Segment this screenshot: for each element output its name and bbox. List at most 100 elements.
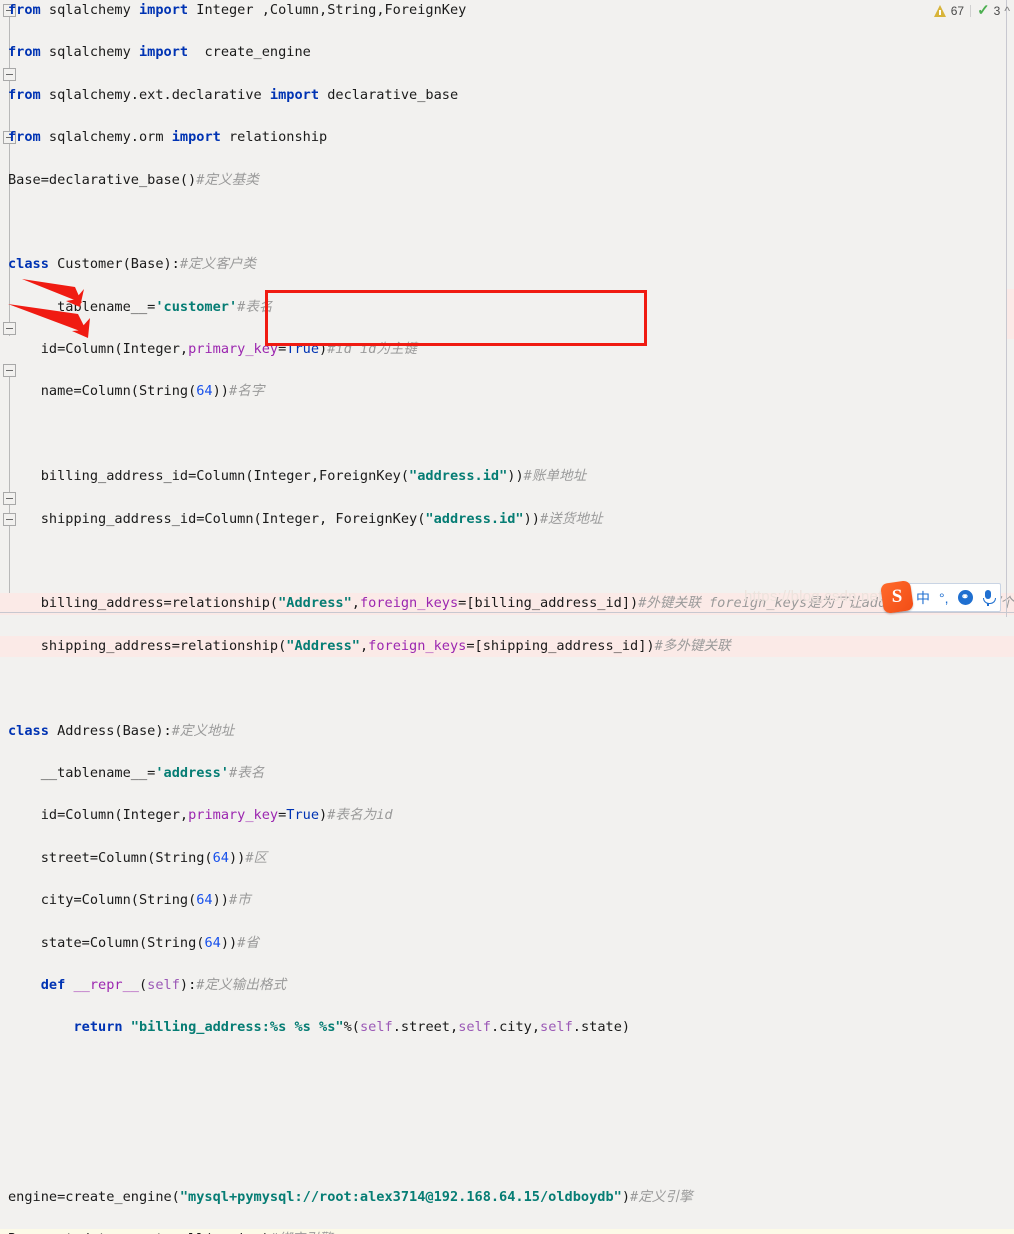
code-line[interactable] bbox=[0, 212, 1014, 233]
token-num: 64 bbox=[204, 934, 221, 951]
token-op: ) bbox=[621, 1188, 631, 1205]
token-kw: from bbox=[8, 44, 41, 61]
token-kwarg: primary_key bbox=[188, 341, 279, 358]
warning-count: 67 bbox=[950, 4, 965, 18]
code-line[interactable]: engine=create_engine("mysql+pymysql://ro… bbox=[0, 1187, 1014, 1208]
code-line[interactable]: return "billing_address:%s %s %s"%(self.… bbox=[0, 1017, 1014, 1038]
code-line[interactable]: __tablename__='address'#表名 bbox=[0, 763, 1014, 784]
token-str: "Address" bbox=[286, 637, 360, 654]
code-line[interactable]: street=Column(String(64))#区 bbox=[0, 848, 1014, 869]
token-cm: #送货地址 bbox=[540, 510, 603, 527]
token-kw: class bbox=[8, 256, 49, 273]
token-cm: #名字 bbox=[229, 383, 265, 400]
token-op: sqlalchemy bbox=[40, 2, 139, 18]
globe-icon[interactable]: ⚭ bbox=[957, 590, 973, 605]
token-op: Base.metadata.create_all(engine) bbox=[8, 1231, 270, 1234]
watermark-text: https://blog.csdn.net/ bbox=[744, 588, 887, 605]
code-line[interactable]: billing_address_id=Column(Integer,Foreig… bbox=[0, 466, 1014, 487]
code-line[interactable]: from sqlalchemy import Integer ,Column,S… bbox=[0, 0, 1014, 21]
ime-toolbar[interactable]: S 中 °, ⚭ bbox=[880, 580, 1001, 614]
code-line[interactable]: class Customer(Base):#定义客户类 bbox=[0, 254, 1014, 275]
code-line[interactable] bbox=[0, 424, 1014, 445]
inspection-widget[interactable]: 67 ✓ 3 ^ bbox=[933, 1, 1010, 21]
token-kw: from bbox=[8, 129, 41, 146]
token-op: )) bbox=[507, 468, 524, 485]
token-op: id=Column(Integer, bbox=[40, 341, 189, 358]
code-content[interactable]: from sqlalchemy import Integer ,Column,S… bbox=[0, 0, 1014, 1234]
code-line[interactable] bbox=[0, 1102, 1014, 1123]
token-num: 64 bbox=[196, 892, 213, 909]
token-op: )) bbox=[523, 510, 540, 527]
token-op: , bbox=[351, 595, 360, 612]
token-self: self bbox=[540, 1019, 573, 1036]
ime-punctuation-button[interactable]: °, bbox=[939, 591, 949, 605]
warning-triangle-icon bbox=[933, 5, 947, 17]
token-str: "Address" bbox=[278, 595, 352, 612]
token-cm: #表名 bbox=[237, 298, 273, 315]
token-cm: #定义引擎 bbox=[630, 1188, 693, 1205]
token-cm: #定义基类 bbox=[196, 171, 259, 188]
token-kwarg: primary_key bbox=[188, 807, 279, 824]
sogou-logo-letter: S bbox=[891, 586, 903, 607]
ok-count: 3 bbox=[993, 4, 1001, 18]
code-line[interactable] bbox=[0, 678, 1014, 699]
code-line[interactable]: def __repr__(self):#定义输出格式 bbox=[0, 975, 1014, 996]
code-line[interactable]: __tablename__='customer'#表名 bbox=[0, 297, 1014, 318]
token-cm: #表名 bbox=[229, 764, 265, 781]
inspection-separator bbox=[970, 5, 972, 17]
code-line[interactable]: class Address(Base):#定义地址 bbox=[0, 721, 1014, 742]
code-line[interactable] bbox=[0, 1144, 1014, 1165]
code-line[interactable] bbox=[0, 1060, 1014, 1081]
code-line[interactable]: shipping_address=relationship("Address",… bbox=[0, 635, 1014, 657]
token-str: 'address' bbox=[155, 764, 229, 781]
chevron-up-icon[interactable]: ^ bbox=[1004, 4, 1010, 18]
code-line[interactable]: id=Column(Integer,primary_key=True)#id i… bbox=[0, 339, 1014, 360]
token-cm: #表名为id bbox=[327, 807, 393, 824]
code-line[interactable]: city=Column(String(64))#市 bbox=[0, 890, 1014, 911]
token-op: state=Column(String( bbox=[40, 934, 205, 951]
error-stripe-marker[interactable] bbox=[1007, 289, 1014, 339]
token-op: create_engine bbox=[188, 44, 311, 61]
code-line[interactable]: state=Column(String(64))#省 bbox=[0, 933, 1014, 954]
token-str: "mysql+pymysql://root:alex3714@192.168.6… bbox=[179, 1188, 622, 1205]
token-kw2: True bbox=[286, 807, 320, 824]
token-op: Base=declarative_base() bbox=[8, 171, 197, 188]
token-op: .state) bbox=[572, 1019, 631, 1036]
code-line[interactable]: from sqlalchemy.ext.declarative import d… bbox=[0, 85, 1014, 106]
code-line[interactable]: Base=declarative_base()#定义基类 bbox=[0, 170, 1014, 191]
code-line[interactable]: from sqlalchemy import create_engine bbox=[0, 42, 1014, 63]
code-line[interactable]: name=Column(String(64))#名字 bbox=[0, 381, 1014, 402]
code-line[interactable] bbox=[0, 551, 1014, 572]
code-line[interactable]: from sqlalchemy.orm import relationship bbox=[0, 127, 1014, 148]
token-kw: import bbox=[171, 129, 221, 146]
token-op: relationship bbox=[220, 129, 328, 146]
token-op bbox=[65, 977, 73, 993]
token-op: .street, bbox=[392, 1019, 459, 1036]
code-line[interactable]: id=Column(Integer,primary_key=True)#表名为i… bbox=[0, 805, 1014, 826]
sogou-logo-icon[interactable]: S bbox=[880, 580, 914, 614]
ime-mode-button[interactable]: 中 bbox=[916, 591, 930, 605]
code-line[interactable]: Base.metadata.create_all(engine)#绑定引擎 bbox=[0, 1229, 1014, 1234]
token-op: = bbox=[278, 807, 287, 824]
token-str: 'customer' bbox=[155, 298, 238, 315]
token-kwarg: foreign_keys bbox=[368, 637, 467, 654]
token-cm: #多外键关联 bbox=[654, 637, 731, 654]
token-op: )) bbox=[212, 383, 229, 400]
microphone-icon[interactable] bbox=[982, 590, 996, 606]
code-line[interactable]: shipping_address_id=Column(Integer, Fore… bbox=[0, 509, 1014, 530]
code-editor[interactable]: from sqlalchemy import Integer ,Column,S… bbox=[0, 0, 1014, 1234]
token-str: "address.id" bbox=[409, 468, 508, 485]
token-op: .city, bbox=[490, 1019, 541, 1036]
token-cm: #绑定引擎 bbox=[270, 1231, 333, 1234]
token-self: self bbox=[458, 1019, 491, 1036]
token-op: %( bbox=[343, 1019, 360, 1036]
